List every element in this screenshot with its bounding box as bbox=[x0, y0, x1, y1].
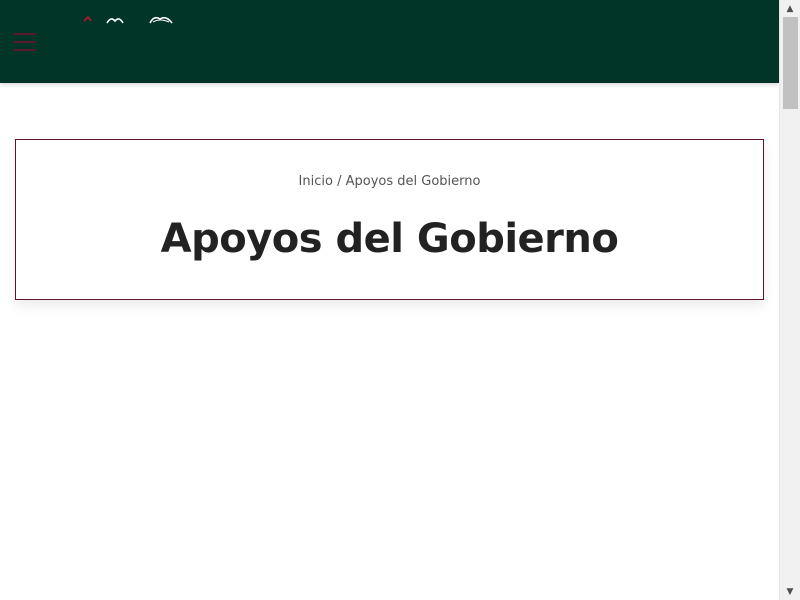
page-header-card: Inicio / Apoyos del Gobierno Apoyos del … bbox=[15, 139, 764, 300]
page-title: Apoyos del Gobierno bbox=[160, 216, 619, 262]
scrollbar-thumb[interactable] bbox=[783, 17, 798, 109]
menu-line bbox=[13, 49, 36, 51]
page-viewport: Inicio / Apoyos del Gobierno Apoyos del … bbox=[0, 0, 779, 600]
top-navigation-bar bbox=[0, 0, 779, 83]
breadcrumb: Inicio / Apoyos del Gobierno bbox=[16, 174, 763, 189]
scroll-down-arrow-icon[interactable]: ▼ bbox=[780, 583, 800, 600]
breadcrumb-home-link[interactable]: Inicio bbox=[299, 174, 333, 189]
breadcrumb-current: Apoyos del Gobierno bbox=[345, 174, 481, 189]
vertical-scrollbar[interactable]: ▲ ▼ bbox=[779, 0, 800, 600]
breadcrumb-separator: / bbox=[332, 174, 346, 189]
government-logo-icon[interactable] bbox=[78, 12, 178, 26]
menu-line bbox=[13, 33, 36, 35]
hamburger-menu-icon[interactable] bbox=[13, 33, 37, 53]
menu-line bbox=[13, 41, 36, 43]
scroll-up-arrow-icon[interactable]: ▲ bbox=[780, 0, 800, 17]
